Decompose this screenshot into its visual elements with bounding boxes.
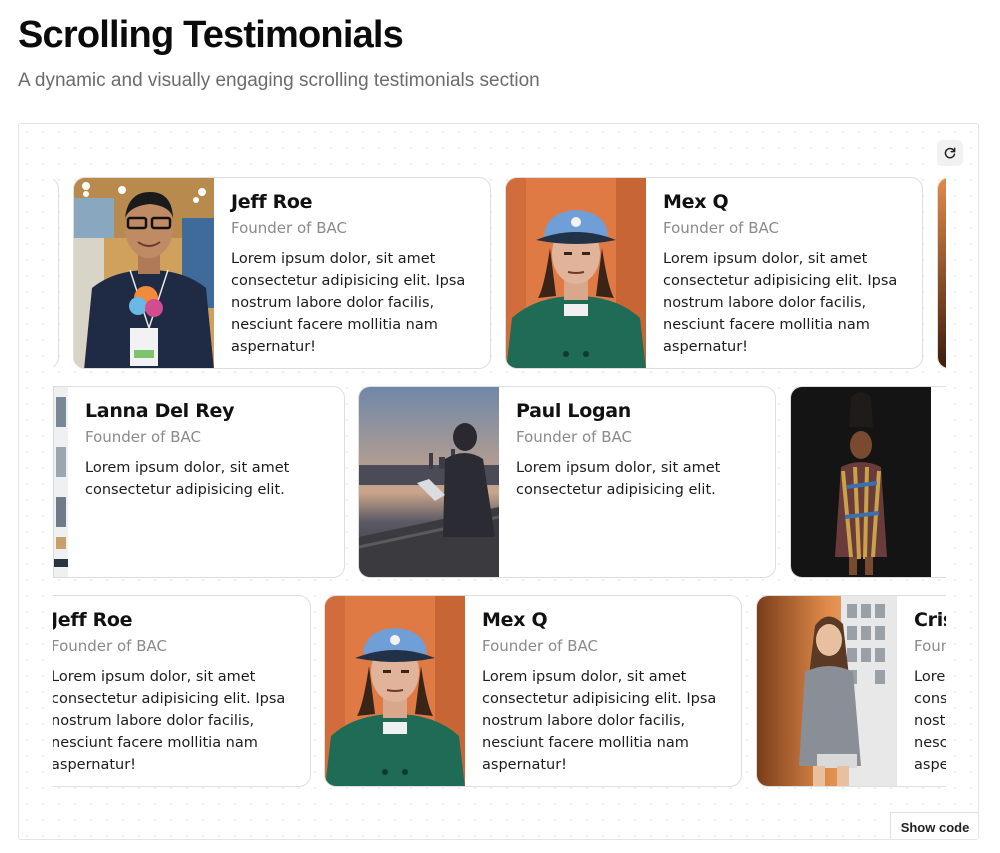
testimonial-card <box>937 177 946 369</box>
show-code-button[interactable]: Show code <box>890 812 978 839</box>
testimonial-card: Jeff Roe Founder of BAC Lorem ipsum dolo… <box>73 177 491 369</box>
testimonial-role: Founder of BAC <box>663 219 779 237</box>
testimonial-quote: Lorem ipsum dolor, sit amet consectetur … <box>85 460 290 498</box>
testimonial-role: Founder of BAC <box>516 428 632 446</box>
testimonial-quote: Lorem ipsum dolor, sit amet consectetur … <box>482 669 717 773</box>
testimonial-card: Paul Logan Founder of BAC Lorem ipsum do… <box>358 386 776 578</box>
testimonial-card: Jeff Roe Founder of BAC Lorem ipsum dolo… <box>53 595 311 787</box>
woman-in-scarf-photo <box>791 387 931 577</box>
testimonial-role: Founder of BAC <box>53 637 167 655</box>
reload-button[interactable] <box>937 140 963 166</box>
man-in-blue-cap-photo <box>325 596 465 786</box>
testimonial-role: Founder of BAC <box>482 637 598 655</box>
testimonial-card: Mex Q Founder of BAC Lorem ipsum dolor, … <box>505 177 923 369</box>
testimonial-card <box>53 177 59 369</box>
testimonial-quote: Lorem ipsum dolor, sit amet consectetur … <box>53 669 286 773</box>
page-title: Scrolling Testimonials <box>18 14 404 56</box>
testimonial-card <box>790 386 946 578</box>
testimonial-name: Cris <box>914 609 946 631</box>
testimonial-quote: Lorem ipsum dolor, sit amet consectetur … <box>663 251 898 355</box>
testimonial-quote: Lorem ipsum dolor, sit amet consectetur … <box>516 460 721 498</box>
testimonial-card: Cris Founder of BAC Lorem ipsum dolor, s… <box>756 595 946 787</box>
testimonial-role: Founder of BAC <box>231 219 347 237</box>
page-subtitle: A dynamic and visually engaging scrollin… <box>18 70 540 91</box>
testimonial-name: Jeff Roe <box>231 191 313 213</box>
partial-photo <box>938 178 946 368</box>
testimonial-name: Mex Q <box>663 191 729 213</box>
office-window-photo <box>53 387 68 577</box>
man-with-glasses-photo <box>74 178 214 368</box>
testimonials-viewport: Jeff Roe Founder of BAC Lorem ipsum dolo… <box>53 124 946 839</box>
testimonial-card: Mex Q Founder of BAC Lorem ipsum dolor, … <box>324 595 742 787</box>
woman-in-blazer-photo <box>757 596 897 786</box>
testimonial-name: Mex Q <box>482 609 548 631</box>
man-in-blue-cap-photo <box>506 178 646 368</box>
demo-preview-frame: Jeff Roe Founder of BAC Lorem ipsum dolo… <box>18 123 979 840</box>
testimonial-name: Lanna Del Rey <box>85 400 235 422</box>
man-with-laptop-city-photo <box>359 387 499 577</box>
testimonial-card: Lanna Del Rey Founder of BAC Lorem ipsum… <box>53 386 345 578</box>
testimonial-role: Founder of BAC <box>914 637 946 655</box>
testimonial-quote: Lorem ipsum dolor, sit amet consectetur … <box>914 669 946 773</box>
testimonial-role: Founder of BAC <box>85 428 201 446</box>
testimonial-name: Jeff Roe <box>53 609 133 631</box>
refresh-icon <box>944 147 956 159</box>
testimonial-name: Paul Logan <box>516 400 631 422</box>
testimonial-quote: Lorem ipsum dolor, sit amet consectetur … <box>231 251 466 355</box>
